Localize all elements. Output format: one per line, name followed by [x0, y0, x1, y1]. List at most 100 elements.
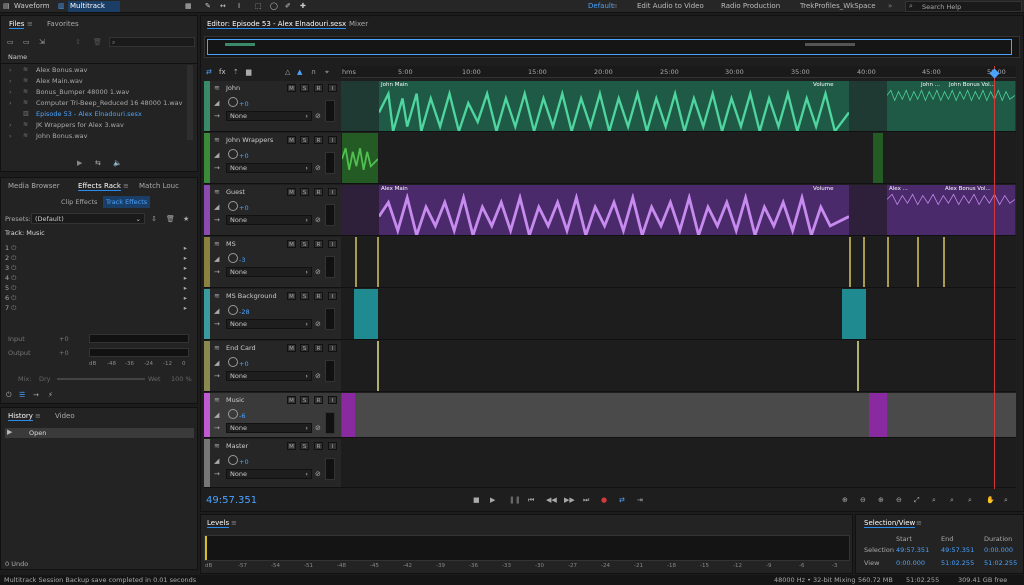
- audio-clip[interactable]: John Main Volume: [379, 81, 849, 131]
- eq-icon[interactable]: ▆: [246, 68, 251, 76]
- time-selection-icon[interactable]: I: [238, 1, 240, 12]
- output-routing-dropdown[interactable]: None ›: [226, 111, 312, 121]
- history-tab[interactable]: History: [8, 412, 33, 421]
- effect-slot[interactable]: 7 ⏻ ▸: [5, 303, 195, 313]
- history-menu-icon[interactable]: ≡: [35, 412, 41, 420]
- loop-icon[interactable]: ⇆: [95, 159, 101, 167]
- audio-clip[interactable]: [342, 133, 378, 183]
- track-header[interactable]: ≋ MS Background M S R I ◢ -28 → None › ⊘: [204, 289, 341, 340]
- audio-clip[interactable]: [842, 289, 866, 339]
- audio-clip[interactable]: [354, 289, 378, 339]
- record-arm-button[interactable]: R: [314, 344, 323, 352]
- record-arm-button[interactable]: R: [314, 396, 323, 404]
- zoom-in-points-icon[interactable]: ⌕: [950, 496, 954, 505]
- match-loudness-tab[interactable]: Match Louc: [139, 182, 179, 190]
- volume-value[interactable]: +0: [239, 204, 249, 212]
- zoom-out-amplitude-icon[interactable]: ⊖: [860, 496, 866, 504]
- track-header[interactable]: ≋ Master M S R I ◢ +0 → None › ⊘: [204, 439, 341, 488]
- audio-clip[interactable]: [377, 341, 379, 391]
- volume-value[interactable]: +0: [239, 360, 249, 368]
- insert-fx-icon[interactable]: →: [33, 391, 39, 399]
- track-name[interactable]: MS Background: [226, 292, 310, 301]
- phase-icon[interactable]: ⊘: [315, 424, 321, 432]
- search-help-field[interactable]: ⌕ Search Help: [905, 1, 1022, 12]
- zoom-selection-icon[interactable]: ⌕: [932, 496, 936, 505]
- phase-icon[interactable]: ⊘: [315, 372, 321, 380]
- file-item[interactable]: › ≋ Bonus_Bumper 48000 1.wav: [1, 87, 196, 97]
- trash-icon[interactable]: 🗑: [93, 38, 102, 46]
- view-duration[interactable]: 51:02.255: [984, 559, 1017, 567]
- overview-viewport[interactable]: [207, 39, 1012, 55]
- list-icon[interactable]: ☰: [19, 391, 25, 399]
- audio-clip[interactable]: [887, 237, 889, 287]
- record-arm-button[interactable]: R: [314, 292, 323, 300]
- snap-icon[interactable]: ▲: [297, 68, 302, 76]
- audio-clip[interactable]: [863, 237, 865, 287]
- zoom-full-icon[interactable]: ⤢: [914, 496, 920, 505]
- mute-button[interactable]: M: [287, 84, 296, 92]
- volume-value[interactable]: -3: [239, 256, 245, 264]
- audio-clip[interactable]: [943, 237, 945, 287]
- view-start[interactable]: 0:00.000: [896, 559, 925, 567]
- healing-icon[interactable]: ✚: [300, 1, 306, 12]
- volume-knob[interactable]: [228, 97, 238, 107]
- presets-dropdown[interactable]: (Default) ⌄: [31, 213, 145, 224]
- volume-value[interactable]: +0: [239, 458, 249, 466]
- files-search-input[interactable]: ⌕: [109, 37, 195, 47]
- phase-icon[interactable]: ⊘: [315, 216, 321, 224]
- audio-clip[interactable]: [917, 237, 919, 287]
- files-menu-icon[interactable]: ≡: [27, 20, 33, 28]
- track-lane-master[interactable]: [341, 439, 1016, 488]
- workspace-menu-icon[interactable]: ≡: [612, 1, 618, 12]
- power-icon[interactable]: ⏻: [6, 391, 12, 400]
- track-lane-end-card[interactable]: [341, 341, 1016, 392]
- audio-clip[interactable]: [849, 237, 851, 287]
- solo-button[interactable]: S: [300, 84, 309, 92]
- insert-icon[interactable]: ⇧: [75, 38, 81, 46]
- workspace-default[interactable]: Default: [588, 1, 614, 12]
- media-browser-tab[interactable]: Media Browser: [8, 182, 60, 190]
- track-effects-tab[interactable]: Track Effects: [103, 196, 151, 208]
- track-header[interactable]: ≋ John M S R I ◢ +0 → None › ⊘: [204, 81, 341, 132]
- audio-clip[interactable]: Alex ... Alex Bonus Vol...: [887, 185, 1015, 235]
- mute-button[interactable]: M: [287, 442, 296, 450]
- mute-button[interactable]: M: [287, 396, 296, 404]
- solo-button[interactable]: S: [300, 442, 309, 450]
- zoom-out-points-icon[interactable]: ⌕: [968, 496, 972, 505]
- rewind-icon[interactable]: ◀◀: [546, 496, 557, 504]
- open-folder-icon[interactable]: ▭: [7, 38, 14, 46]
- mute-button[interactable]: M: [287, 292, 296, 300]
- overview-navigator[interactable]: [204, 36, 1020, 58]
- view-end[interactable]: 51:02.255: [941, 559, 974, 567]
- audio-clip[interactable]: John ... John Bonus Vol...: [887, 81, 1015, 131]
- audio-clip[interactable]: [869, 393, 887, 437]
- workspace-radio-production[interactable]: Radio Production: [721, 1, 780, 12]
- play-icon[interactable]: ▶: [490, 496, 495, 504]
- workspace-edit-audio-video[interactable]: Edit Audio to Video: [637, 1, 704, 12]
- volume-value[interactable]: -28: [239, 308, 250, 316]
- track-name[interactable]: MS: [226, 240, 310, 249]
- output-routing-dropdown[interactable]: None ›: [226, 163, 312, 173]
- track-header[interactable]: ≋ MS M S R I ◢ -3 → None › ⊘: [204, 237, 341, 288]
- files-tab[interactable]: Files: [9, 20, 25, 29]
- record-arm-button[interactable]: R: [314, 442, 323, 450]
- levels-menu-icon[interactable]: ≡: [231, 519, 237, 527]
- name-column-header[interactable]: Name: [8, 53, 27, 61]
- track-header[interactable]: ≋ Guest M S R I ◢ +0 → None › ⊘: [204, 185, 341, 236]
- mute-button[interactable]: M: [287, 240, 296, 248]
- brush-icon[interactable]: ✎: [205, 1, 211, 12]
- spectral-icon[interactable]: ▦: [185, 1, 192, 12]
- output-routing-dropdown[interactable]: None ›: [226, 215, 312, 225]
- waveform-button[interactable]: Waveform: [14, 1, 62, 12]
- phase-icon[interactable]: ⊘: [315, 320, 321, 328]
- output-routing-dropdown[interactable]: None ›: [226, 319, 312, 329]
- timecode-display[interactable]: 49:57.351: [206, 495, 257, 506]
- pencil-icon[interactable]: ✐: [285, 1, 291, 12]
- volume-knob[interactable]: [228, 201, 238, 211]
- levels-tab[interactable]: Levels: [207, 519, 230, 528]
- solo-button[interactable]: S: [300, 396, 309, 404]
- file-item-selected[interactable]: ▥ Episode 53 - Alex Elnadouri.sesx: [1, 109, 196, 119]
- effect-slot[interactable]: 1 ⏻ ▸: [5, 243, 195, 253]
- phase-icon[interactable]: ⊘: [315, 164, 321, 172]
- move-tool-icon[interactable]: ↔: [220, 1, 226, 12]
